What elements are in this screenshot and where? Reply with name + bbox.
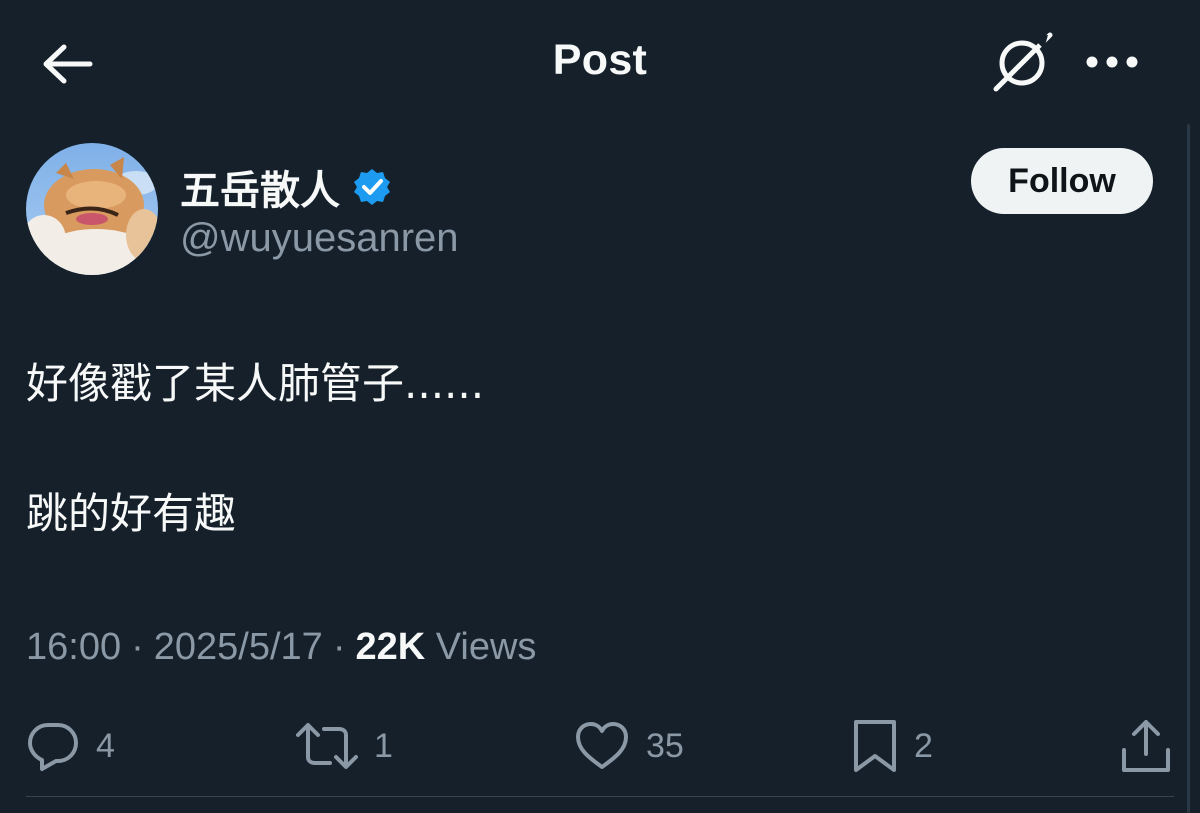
- meta-separator: ·: [131, 626, 144, 668]
- share-icon: [1122, 720, 1170, 772]
- post-body: 好像戳了某人肺管子...... 跳的好有趣: [26, 352, 484, 546]
- repost-icon: [296, 723, 358, 769]
- bookmark-icon: [854, 720, 896, 772]
- divider: [26, 796, 1174, 797]
- action-bar: 4 1 35 2: [0, 714, 1200, 778]
- like-button[interactable]: 35: [574, 714, 684, 778]
- top-bar: Post: [0, 0, 1200, 122]
- post-date[interactable]: 2025/5/17: [154, 626, 323, 668]
- share-button[interactable]: [1120, 714, 1172, 778]
- heart-icon: [576, 722, 628, 769]
- post-detail-screen: Post 五岳散人 @wuyuesanren Follow 好像戳了某人肺管子.…: [0, 0, 1200, 813]
- follow-button[interactable]: Follow: [971, 148, 1153, 214]
- post-text-line: 跳的好有趣: [26, 489, 237, 538]
- bookmark-count: 2: [914, 726, 933, 765]
- reply-count: 4: [96, 726, 115, 765]
- repost-button[interactable]: 1: [296, 714, 393, 778]
- author-handle[interactable]: @wuyuesanren: [180, 216, 459, 261]
- scrollbar[interactable]: [1187, 124, 1190, 813]
- views-label[interactable]: Views: [436, 626, 537, 668]
- post-text-line: 好像戳了某人肺管子......: [26, 359, 485, 408]
- grok-icon: [993, 32, 1053, 92]
- more-button[interactable]: [1080, 38, 1144, 86]
- views-count[interactable]: 22K: [355, 626, 425, 668]
- more-horizontal-icon: [1086, 56, 1138, 68]
- avatar-cat-photo: [26, 143, 158, 275]
- reply-button[interactable]: 4: [26, 714, 115, 778]
- verified-badge-icon: [352, 167, 392, 207]
- reply-icon: [28, 723, 78, 771]
- bookmark-button[interactable]: 2: [852, 714, 933, 778]
- grok-button[interactable]: [990, 30, 1056, 94]
- meta-separator: ·: [332, 626, 346, 668]
- like-count: 35: [646, 726, 684, 765]
- repost-count: 1: [374, 726, 393, 765]
- avatar[interactable]: [26, 143, 158, 275]
- author-name[interactable]: 五岳散人: [180, 158, 392, 216]
- post-meta: 16:00 · 2025/5/17 · 22K Views: [26, 626, 536, 669]
- post-time: 16:00: [26, 626, 122, 668]
- author-name-text: 五岳散人: [180, 168, 340, 214]
